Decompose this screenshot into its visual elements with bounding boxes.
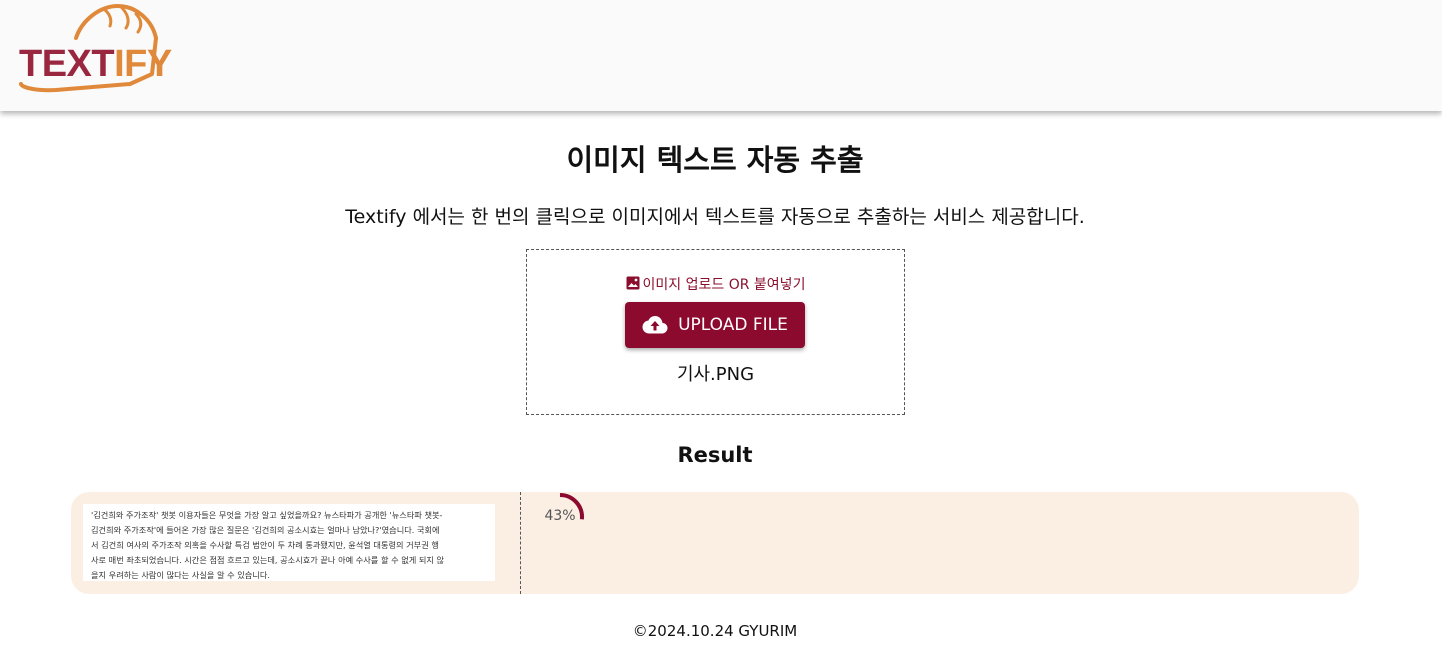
upload-hint: 이미지 업로드 OR 붙여넣기	[527, 274, 904, 294]
logo-wordmark: TEXTIFY	[19, 43, 172, 85]
copyright-footer: ©2024.10.24 GYURIM	[632, 622, 798, 640]
result-heading: Result	[677, 443, 753, 467]
extraction-progress: 43%	[540, 492, 586, 544]
image-text-line: 사로 매번 좌초되었습니다. 시간은 점점 흐르고 있는데, 공소시효가 끝나 …	[91, 555, 445, 565]
image-icon	[626, 276, 640, 290]
image-text-line: 을지 우려하는 사람이 많다는 사실을 알 수 있습니다.	[91, 570, 271, 580]
upload-dropzone[interactable]: 이미지 업로드 OR 붙여넣기 UPLOAD FILE 기사.PNG	[526, 249, 905, 415]
textify-logo[interactable]: TEXTIFY	[18, 2, 172, 96]
upload-file-button[interactable]: UPLOAD FILE	[625, 302, 805, 348]
site-header: TEXTIFY	[0, 0, 1442, 111]
page-subtitle: Textify 에서는 한 번의 클릭으로 이미지에서 텍스트를 자동으로 추출…	[345, 206, 1085, 228]
cloud-upload-icon	[642, 316, 668, 334]
image-text-line: 서 김건희 여사의 주가조작 의혹을 수사할 특검 법안이 두 차례 통과됐지만…	[91, 540, 439, 550]
page-title: 이미지 텍스트 자동 추출	[566, 143, 864, 177]
result-panel: '김건희와 주가조작' 챗봇 이용자들은 무엇을 가장 알고 싶었을까요? 뉴스…	[71, 492, 1359, 594]
uploaded-image-preview: '김건희와 주가조작' 챗봇 이용자들은 무엇을 가장 알고 싶었을까요? 뉴스…	[83, 504, 495, 581]
image-text-line: '김건희와 주가조작' 챗봇 이용자들은 무엇을 가장 알고 싶었을까요? 뉴스…	[91, 510, 443, 520]
result-divider	[520, 492, 521, 594]
image-text-line: 김건희와 주가조작'에 들어온 가장 많은 질문은 '김건희의 공소시효는 얼마…	[91, 525, 440, 535]
upload-file-button-label: UPLOAD FILE	[678, 315, 788, 335]
progress-percent: 43%	[544, 508, 576, 524]
selected-file-name: 기사.PNG	[676, 364, 755, 385]
upload-hint-label: 이미지 업로드 OR 붙여넣기	[642, 277, 806, 293]
